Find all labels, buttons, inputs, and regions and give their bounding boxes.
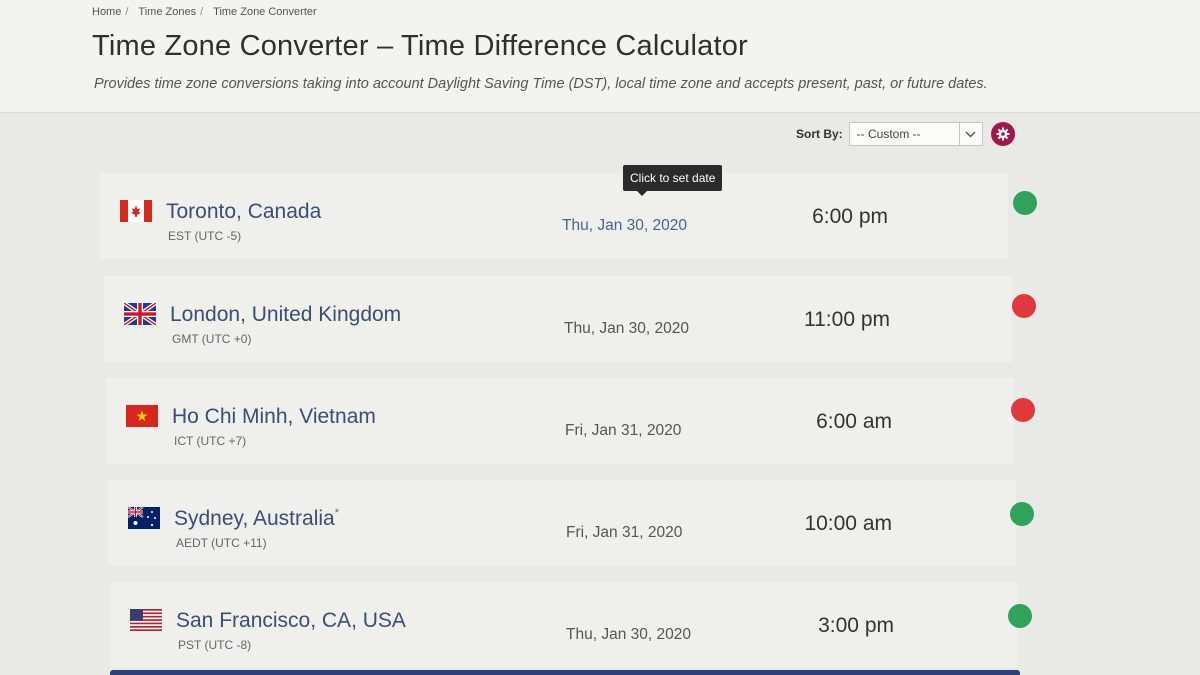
- local-time[interactable]: 11:00 pm: [804, 308, 890, 332]
- breadcrumb-separator: /: [125, 6, 129, 18]
- sort-selected-value: -- Custom --: [856, 127, 921, 141]
- usa-flag-icon: [130, 609, 162, 631]
- local-time[interactable]: 6:00 am: [816, 410, 892, 434]
- city-name[interactable]: Ho Chi Minh, Vietnam: [172, 405, 376, 429]
- timezone-abbr: AEDT (UTC +11): [176, 536, 267, 550]
- sort-label: Sort By:: [796, 127, 843, 141]
- page-header: Home / Time Zones / Time Zone Converter Ti…: [0, 0, 1200, 113]
- date-link[interactable]: Fri, Jan 31, 2020: [565, 422, 681, 440]
- date-link[interactable]: Thu, Jan 30, 2020: [566, 626, 691, 644]
- sort-select[interactable]: -- Custom --: [848, 122, 983, 146]
- local-time[interactable]: 10:00 am: [804, 512, 892, 536]
- settings-button[interactable]: [990, 122, 1015, 146]
- page-subtitle: Provides time zone conversions taking in…: [94, 76, 988, 92]
- timezone-abbr: GMT (UTC +0): [172, 332, 252, 346]
- canada-flag-icon: [120, 200, 152, 222]
- city-name-text: Sydney, Australia: [174, 507, 335, 530]
- date-link[interactable]: Thu, Jan 30, 2020: [564, 320, 689, 338]
- timezone-row-toronto[interactable]: Toronto, Canada EST (UTC -5) Thu, Jan 30…: [100, 173, 1037, 259]
- timezone-row-ho-chi-minh[interactable]: Ho Chi Minh, Vietnam ICT (UTC +7) Fri, J…: [106, 378, 1035, 464]
- chevron-down-icon: [958, 123, 982, 145]
- breadcrumb-current: Time Zone Converter: [213, 6, 317, 18]
- status-dot-night: [1011, 398, 1035, 422]
- city-name[interactable]: Sydney, Australia*: [174, 507, 339, 531]
- date-link[interactable]: Thu, Jan 30, 2020: [562, 217, 687, 235]
- sort-bar: Sort By: -- Custom --: [796, 122, 1015, 146]
- status-dot-night: [1012, 294, 1036, 318]
- breadcrumb-time-zones[interactable]: Time Zones: [138, 6, 196, 18]
- city-name[interactable]: London, United Kingdom: [170, 303, 401, 327]
- page-title: Time Zone Converter – Time Difference Ca…: [92, 30, 748, 62]
- timezone-abbr: PST (UTC -8): [178, 638, 252, 652]
- status-dot-day: [1008, 604, 1032, 628]
- local-time[interactable]: 6:00 pm: [812, 205, 888, 229]
- uk-flag-icon: [124, 303, 156, 325]
- set-date-tooltip: Click to set date: [623, 165, 723, 196]
- timezone-row-san-francisco[interactable]: San Francisco, CA, USA PST (UTC -8) Thu,…: [110, 582, 1032, 668]
- timezone-abbr: ICT (UTC +7): [174, 434, 247, 448]
- timezone-row-london[interactable]: London, United Kingdom GMT (UTC +0) Thu,…: [104, 276, 1036, 362]
- bottom-toolbar: [110, 670, 1020, 675]
- breadcrumb: Home / Time Zones / Time Zone Converter: [92, 6, 317, 18]
- status-dot-day: [1010, 502, 1034, 526]
- status-dot-day: [1013, 191, 1037, 215]
- timezone-abbr: EST (UTC -5): [168, 229, 242, 243]
- breadcrumb-separator: /: [200, 6, 204, 18]
- city-name[interactable]: Toronto, Canada: [166, 200, 321, 224]
- local-time[interactable]: 3:00 pm: [818, 614, 894, 638]
- breadcrumb-home[interactable]: Home: [92, 6, 121, 18]
- australia-flag-icon: [128, 507, 160, 529]
- gear-icon: [996, 127, 1010, 141]
- city-name[interactable]: San Francisco, CA, USA: [176, 609, 406, 633]
- date-link[interactable]: Fri, Jan 31, 2020: [566, 524, 682, 542]
- timezone-row-sydney[interactable]: Sydney, Australia* AEDT (UTC +11) Fri, J…: [108, 480, 1034, 566]
- dst-asterisk: *: [334, 507, 339, 519]
- vietnam-flag-icon: [126, 405, 158, 427]
